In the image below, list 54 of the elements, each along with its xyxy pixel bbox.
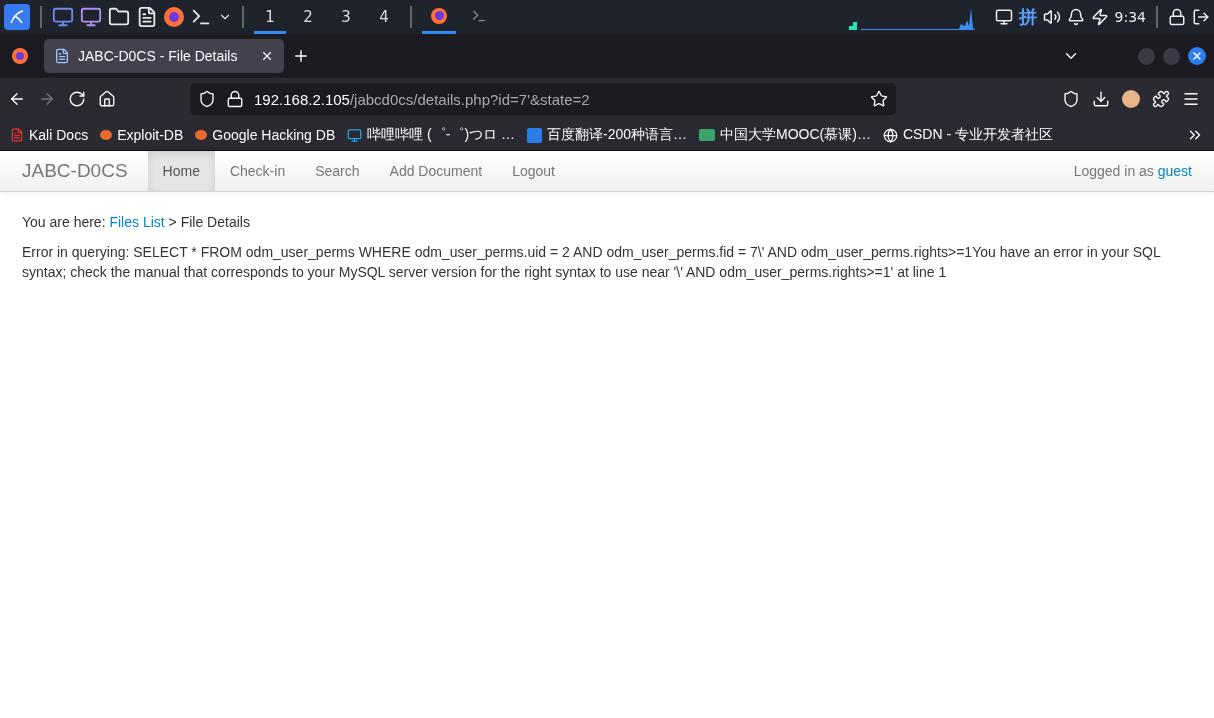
globe-icon: [882, 127, 898, 143]
breadcrumb: You are here: Files List > File Details: [22, 213, 251, 232]
workspace-button[interactable]: 4: [368, 0, 400, 34]
bookmark-link[interactable]: 哔哩哔哩 (゜-゜)つロ …: [347, 126, 515, 144]
bookmark-link[interactable]: Google Hacking DB: [195, 127, 336, 143]
nav-link[interactable]: Add Document: [374, 151, 498, 191]
bookmark-link[interactable]: CSDN - 专业开发者社区: [882, 126, 1054, 144]
back-icon[interactable]: [8, 90, 26, 108]
workspace-button[interactable]: 2: [292, 0, 324, 34]
notification-icon[interactable]: [1066, 8, 1085, 26]
document-icon: [10, 128, 24, 142]
nav-link[interactable]: Logout: [497, 151, 570, 191]
lock-icon[interactable]: [1168, 8, 1186, 26]
breadcrumb-link[interactable]: Files List: [109, 214, 165, 230]
insecure-lock-icon: [226, 90, 244, 108]
bookmark-star-icon[interactable]: [870, 90, 888, 108]
page-icon: [54, 48, 70, 64]
tv-icon: [347, 127, 363, 143]
window-icon[interactable]: [80, 6, 102, 28]
text-editor-icon[interactable]: [136, 6, 158, 28]
site-logo[interactable]: JABC-D0CS: [22, 160, 128, 182]
address-bar[interactable]: 192.168.2.105/jabcd0cs/details.php?id=7'&state=2: [190, 83, 896, 115]
clock: 9:34: [1114, 9, 1146, 25]
close-icon[interactable]: [260, 49, 274, 63]
home-icon[interactable]: [98, 90, 116, 108]
power-icon[interactable]: [1090, 8, 1109, 26]
input-method-indicator[interactable]: 拼: [1018, 5, 1037, 29]
extensions-icon[interactable]: [1152, 90, 1170, 108]
bookmark-link[interactable]: Exploit-DB: [100, 127, 184, 143]
desktop-icon[interactable]: [52, 6, 74, 28]
workspace-button[interactable]: 3: [330, 0, 362, 34]
avatar-icon[interactable]: [1122, 90, 1140, 108]
logout-icon[interactable]: [1192, 8, 1210, 26]
menu-icon[interactable]: [1182, 90, 1200, 108]
user-link[interactable]: guest: [1157, 163, 1192, 179]
login-status: Logged in as guest: [1073, 163, 1192, 179]
error-message: Error in querying: SELECT * FROM odm_user_perms WHERE odm_user_perms.uid = 2 AND odm_user_perms.fid = 7\' AND odm_user_perms.rights>=1You have an error in your SQL syntax; check the manual that corresponds to your MySQL server version for the right syntax to use near '\' AND odm_user_perms.rights>=1' at line 1: [22, 243, 1162, 282]
volume-icon[interactable]: [1042, 8, 1061, 26]
nav-link[interactable]: Home: [147, 151, 215, 191]
shield-icon: [198, 90, 216, 108]
forward-icon[interactable]: [38, 90, 56, 108]
bookmark-link[interactable]: 百度翻译-200种语言…: [527, 126, 688, 144]
download-icon[interactable]: [1092, 90, 1110, 108]
url-text: 192.168.2.105/jabcd0cs/details.php?id=7'&state=2: [254, 90, 590, 108]
close-button[interactable]: [1188, 47, 1206, 65]
bookmark-link[interactable]: Kali Docs: [10, 127, 89, 143]
close-icon: [1191, 50, 1203, 62]
nav-link[interactable]: Check-in: [214, 151, 301, 191]
bookmark-link[interactable]: 中国大学MOOC(慕课)…: [699, 126, 871, 144]
browser-tab[interactable]: JABC-D0CS - File Details: [44, 39, 284, 73]
folder-icon[interactable]: [108, 6, 130, 28]
reload-icon[interactable]: [68, 90, 86, 108]
new-tab-icon[interactable]: [292, 47, 310, 65]
nav-link[interactable]: Search: [300, 151, 375, 191]
